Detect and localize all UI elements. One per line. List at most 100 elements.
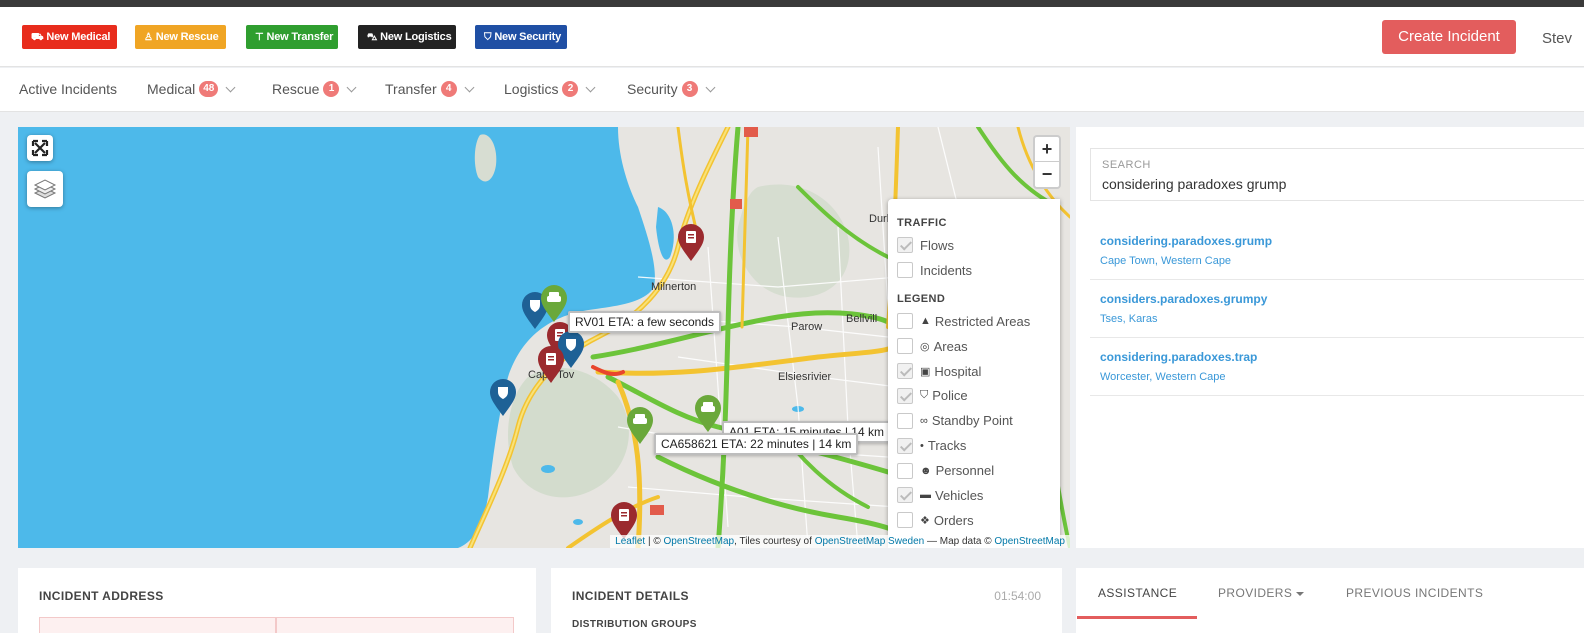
incident-details-card: INCIDENT DETAILS 01:54:00 DISTRIBUTION G… (551, 568, 1062, 633)
tracks-label: Tracks (927, 438, 967, 454)
result-title: considering.paradoxes.trap (1100, 350, 1258, 364)
police-checkbox[interactable] (897, 387, 913, 404)
personnel-label: Personnel (935, 463, 995, 479)
shield-icon: ⛉ (920, 389, 929, 402)
search-result-item[interactable]: considering.paradoxes.trap Worcester, We… (1090, 338, 1584, 396)
nav-rescue[interactable]: Rescue 1 (272, 81, 357, 97)
osm-sweden-link[interactable]: OpenStreetMap Sweden (815, 536, 925, 547)
result-title: considers.paradoxes.grumpy (1100, 292, 1268, 306)
create-incident-button[interactable]: Create Incident (1382, 20, 1516, 54)
nav-medical[interactable]: Medical 48 (147, 81, 236, 97)
tooltip-rv01: RV01 ETA: a few seconds (568, 311, 721, 333)
search-value[interactable]: considering paradoxes grump (1102, 176, 1286, 192)
new-logistics-label: New Logistics (380, 31, 452, 43)
attrib-sep: | © (645, 536, 664, 547)
orders-label: Orders (933, 512, 974, 528)
search-result-item[interactable]: considers.paradoxes.grumpy Tses, Karas (1090, 280, 1584, 338)
nav-medical-label: Medical (147, 81, 196, 97)
vehicles-checkbox[interactable] (897, 487, 913, 504)
layer-areas[interactable]: ◎ Areas (897, 334, 1060, 359)
hospital-checkbox[interactable] (897, 363, 913, 379)
layer-hospital[interactable]: ▣ Hospital (897, 359, 1060, 384)
address-field[interactable] (276, 617, 514, 633)
chevron-down-icon (464, 82, 475, 92)
binoculars-icon: ∞ (920, 414, 928, 427)
layer-vehicles[interactable]: ▬ Vehicles (897, 483, 1060, 508)
tab-assistance[interactable]: ASSISTANCE (1098, 586, 1177, 600)
chevron-down-icon (586, 82, 596, 92)
place-label-parow: Parow (791, 321, 822, 333)
hospital-marker[interactable] (677, 224, 705, 262)
layers-toggle-button[interactable] (27, 171, 63, 207)
tooltip-ca658621: CA658621 ETA: 22 minutes | 14 km (654, 433, 859, 455)
fullscreen-button[interactable] (27, 135, 53, 161)
restricted-areas-checkbox[interactable] (897, 313, 913, 330)
police-label: Police (932, 388, 968, 404)
layer-flows[interactable]: Flows (897, 233, 1060, 258)
result-subtitle: Cape Town, Western Cape (1100, 255, 1232, 267)
result-title: considering.paradoxes.grump (1100, 234, 1273, 248)
new-transfer-button[interactable]: ⊤ New Transfer (246, 25, 338, 49)
areas-checkbox[interactable] (897, 338, 913, 355)
hospital-marker[interactable] (537, 346, 565, 384)
search-input[interactable]: SEARCH considering paradoxes grump (1090, 148, 1584, 201)
tracks-checkbox[interactable] (897, 437, 913, 454)
restricted-areas-label: Restricted Areas (934, 313, 1031, 329)
nav-security[interactable]: Security 3 (627, 81, 716, 97)
zoom-in-button[interactable]: + (1035, 137, 1059, 162)
search-result-item[interactable]: considering.paradoxes.grump Cape Town, W… (1090, 222, 1584, 280)
chevron-down-icon (225, 82, 236, 92)
standby-point-checkbox[interactable] (897, 412, 913, 429)
new-rescue-button[interactable]: ♙ New Rescue (135, 25, 226, 49)
nav-logistics[interactable]: Logistics 2 (504, 81, 596, 97)
layer-personnel[interactable]: ☻ Personnel (897, 458, 1060, 483)
incident-map[interactable]: Milnerton Cape Tov Elsiesrivier Parow Be… (18, 127, 1070, 548)
zoom-out-button[interactable]: − (1035, 162, 1059, 187)
flows-checkbox[interactable] (897, 237, 913, 254)
nav-transfer-label: Transfer (385, 81, 437, 97)
layer-restricted-areas[interactable]: ▲ Restricted Areas (897, 309, 1060, 334)
user-menu[interactable]: Stev (1542, 30, 1572, 47)
nav-rescue-count: 1 (323, 81, 340, 97)
cart-icon: ⛍ (367, 32, 378, 43)
hospital-label: Hospital (934, 363, 982, 379)
fullscreen-icon (31, 139, 49, 157)
cubes-icon: ❖ (920, 514, 930, 527)
app-header: ⛟ New Medical ♙ New Rescue ⊤ New Transfer ⛍… (0, 7, 1584, 67)
incidents-checkbox[interactable] (897, 262, 913, 279)
layer-orders[interactable]: ❖ Orders (897, 508, 1060, 533)
new-security-button[interactable]: ⛉ New Security (475, 25, 567, 49)
nav-transfer[interactable]: Transfer 4 (385, 81, 475, 97)
areas-label: Areas (933, 338, 968, 354)
nav-logistics-count: 2 (562, 81, 579, 97)
vehicle-marker-ca658621[interactable] (626, 407, 654, 445)
new-logistics-button[interactable]: ⛍ New Logistics (358, 25, 456, 49)
address-field[interactable] (39, 617, 276, 633)
layer-standby-point[interactable]: ∞ Standby Point (897, 408, 1060, 433)
vehicle-marker-a01[interactable] (694, 395, 722, 433)
nav-active-incidents[interactable]: Active Incidents (19, 81, 117, 97)
vehicle-marker-rv01[interactable] (540, 285, 568, 323)
tab-providers[interactable]: PROVIDERS (1218, 586, 1305, 600)
layer-tracks[interactable]: • Tracks (897, 433, 1060, 458)
new-medical-button[interactable]: ⛟ New Medical (22, 25, 117, 49)
new-transfer-label: New Transfer (266, 31, 334, 43)
leaflet-link[interactable]: Leaflet (615, 536, 645, 547)
search-panel: SEARCH considering paradoxes grump consi… (1076, 127, 1584, 548)
osm-link[interactable]: OpenStreetMap (663, 536, 734, 547)
ambulance-icon: ⛟ (31, 32, 44, 43)
nav-active-incidents-label: Active Incidents (19, 81, 118, 97)
personnel-checkbox[interactable] (897, 462, 913, 479)
zoom-control: + − (1033, 135, 1061, 189)
incident-timer: 01:54:00 (994, 589, 1041, 603)
orders-checkbox[interactable] (897, 512, 913, 529)
police-marker[interactable] (489, 379, 517, 417)
osm-data-link[interactable]: OpenStreetMap (994, 536, 1065, 547)
attrib-data: — Map data © (924, 536, 995, 547)
search-label: SEARCH (1102, 159, 1151, 171)
shield-icon: ⛉ (484, 32, 492, 43)
tab-previous-incidents[interactable]: PREVIOUS INCIDENTS (1346, 586, 1483, 600)
layer-incidents[interactable]: Incidents (897, 258, 1060, 283)
layer-police[interactable]: ⛉ Police (897, 383, 1060, 408)
warning-icon: ▲ (920, 315, 931, 328)
